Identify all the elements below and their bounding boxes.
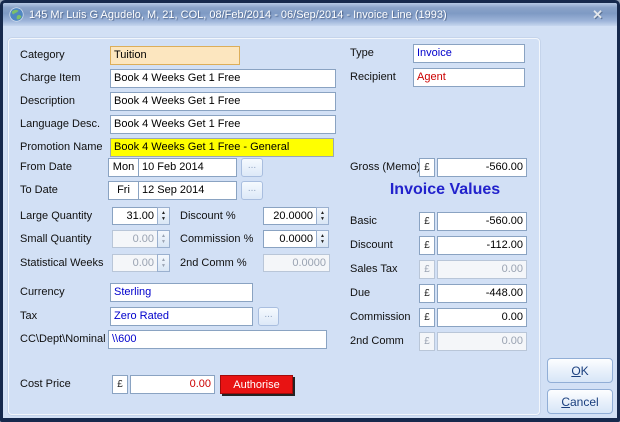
spinner-up-icon: ▲ (161, 258, 166, 263)
spinner-up-icon: ▲ (161, 234, 166, 239)
invoice-line-dialog: 145 Mr Luis G Agudelo, M, 21, COL, 08/Fe… (0, 0, 620, 422)
sales-tax-currency-box: £ (419, 260, 435, 279)
gross-memo-field[interactable]: -560.00 (437, 158, 527, 177)
app-globe-icon (9, 7, 24, 22)
large-quantity-label: Large Quantity (20, 210, 92, 222)
cc-dept-nominal-label: CC\Dept\Nominal (20, 333, 106, 345)
commission-field[interactable]: 0.00 (437, 308, 527, 327)
promotion-name-label: Promotion Name (20, 141, 103, 153)
description-label: Description (20, 95, 75, 107)
small-quantity-label: Small Quantity (20, 233, 92, 245)
spinner-down-icon: ▼ (161, 240, 166, 245)
recipient-label: Recipient (350, 71, 396, 83)
spinner-up-icon[interactable]: ▲ (320, 211, 325, 216)
cost-price-label: Cost Price (20, 378, 71, 390)
sales-tax-label: Sales Tax (350, 263, 398, 275)
commission-pct-label: Commission % (180, 233, 253, 245)
discount-label: Discount (350, 239, 393, 251)
basic-field[interactable]: -560.00 (437, 212, 527, 231)
statistical-weeks-label: Statistical Weeks (20, 257, 104, 269)
ok-button-label: OK (571, 364, 588, 378)
charge-item-label: Charge Item (20, 72, 81, 84)
discount-pct-spinner[interactable]: ▲▼ (316, 207, 329, 225)
tax-field[interactable]: Zero Rated (110, 307, 253, 326)
spinner-down-icon[interactable]: ▼ (320, 217, 325, 222)
discount-currency-box: £ (419, 236, 435, 255)
sales-tax-field: 0.00 (437, 260, 527, 279)
cancel-button[interactable]: Cancel (547, 389, 613, 414)
discount-pct-label: Discount % (180, 210, 236, 222)
from-date-picker-button[interactable]: ... (241, 158, 263, 177)
authorise-button-label: Authorise (233, 379, 279, 391)
authorise-button[interactable]: Authorise (220, 375, 293, 394)
close-icon[interactable]: ✕ (584, 7, 611, 23)
statistical-weeks-field: 0.00 (112, 254, 158, 272)
to-day-field[interactable]: Fri (108, 181, 139, 200)
charge-item-field[interactable]: Book 4 Weeks Get 1 Free (110, 69, 336, 88)
cc-dept-nominal-field[interactable]: \\600 (108, 330, 327, 349)
currency-label: Currency (20, 286, 65, 298)
second-comm-pct-label: 2nd Comm % (180, 257, 247, 269)
basic-label: Basic (350, 215, 377, 227)
small-quantity-spinner: ▲▼ (157, 230, 170, 248)
currency-field[interactable]: Sterling (110, 283, 253, 302)
second-comm-field: 0.00 (437, 332, 527, 351)
recipient-field[interactable]: Agent (413, 68, 525, 87)
gross-memo-label: Gross (Memo) (350, 161, 420, 173)
second-comm-label: 2nd Comm (350, 335, 404, 347)
type-field[interactable]: Invoice (413, 44, 525, 63)
language-desc-label: Language Desc. (20, 118, 100, 130)
commission-pct-field[interactable]: 0.0000 (263, 230, 317, 248)
spinner-down-icon: ▼ (161, 264, 166, 269)
commission-currency-box: £ (419, 308, 435, 327)
from-date-field[interactable]: 10 Feb 2014 (138, 158, 237, 177)
spinner-down-icon[interactable]: ▼ (161, 217, 166, 222)
from-day-field[interactable]: Mon (108, 158, 139, 177)
large-quantity-field[interactable]: 31.00 (112, 207, 158, 225)
spinner-up-icon[interactable]: ▲ (320, 234, 325, 239)
commission-label: Commission (350, 311, 411, 323)
basic-currency-box: £ (419, 212, 435, 231)
category-field[interactable]: Tuition (110, 46, 240, 65)
due-field[interactable]: -448.00 (437, 284, 527, 303)
discount-field[interactable]: -112.00 (437, 236, 527, 255)
language-desc-field[interactable]: Book 4 Weeks Get 1 Free (110, 115, 336, 134)
due-label: Due (350, 287, 370, 299)
cost-price-field[interactable]: 0.00 (130, 375, 215, 394)
commission-pct-spinner[interactable]: ▲▼ (316, 230, 329, 248)
spinner-down-icon[interactable]: ▼ (320, 240, 325, 245)
cancel-button-label: Cancel (561, 395, 598, 409)
tax-picker-button[interactable]: ... (258, 307, 279, 326)
second-comm-currency-box: £ (419, 332, 435, 351)
to-date-label: To Date (20, 184, 58, 196)
to-date-picker-button[interactable]: ... (241, 181, 263, 200)
tax-label: Tax (20, 310, 37, 322)
spinner-up-icon[interactable]: ▲ (161, 211, 166, 216)
small-quantity-field: 0.00 (112, 230, 158, 248)
title-bar[interactable]: 145 Mr Luis G Agudelo, M, 21, COL, 08/Fe… (3, 3, 617, 26)
type-label: Type (350, 47, 374, 59)
category-label: Category (20, 49, 65, 61)
discount-pct-field[interactable]: 20.0000 (263, 207, 317, 225)
cost-price-currency-box: £ (112, 375, 128, 394)
second-comm-pct-field: 0.0000 (263, 254, 330, 272)
from-date-label: From Date (20, 161, 72, 173)
due-currency-box: £ (419, 284, 435, 303)
gross-memo-currency-box: £ (419, 158, 435, 177)
ok-button[interactable]: OK (547, 358, 613, 383)
invoice-values-heading: Invoice Values (365, 181, 525, 199)
large-quantity-spinner[interactable]: ▲▼ (157, 207, 170, 225)
description-field[interactable]: Book 4 Weeks Get 1 Free (110, 92, 336, 111)
to-date-field[interactable]: 12 Sep 2014 (138, 181, 237, 200)
window-title: 145 Mr Luis G Agudelo, M, 21, COL, 08/Fe… (29, 9, 447, 21)
promotion-name-field[interactable]: Book 4 Weeks Get 1 Free - General (110, 138, 334, 157)
statistical-weeks-spinner: ▲▼ (157, 254, 170, 272)
